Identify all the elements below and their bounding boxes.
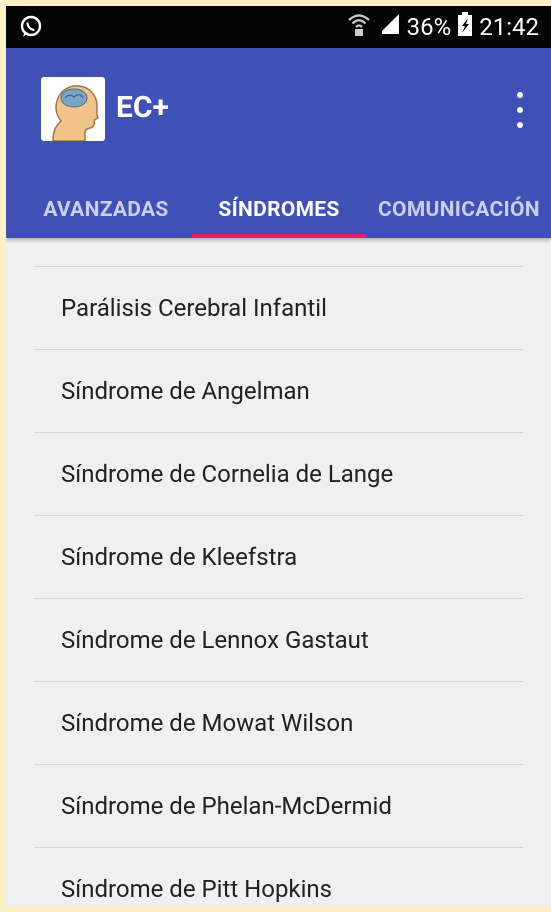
app-title: EC+ <box>116 90 169 125</box>
battery-icon <box>457 11 473 43</box>
list-item[interactable]: Síndrome de Lennox Gastaut <box>34 599 523 681</box>
wifi-icon <box>347 11 371 43</box>
list-item[interactable]: Síndrome de Kleefstra <box>34 516 523 598</box>
syndrome-list[interactable]: Parálisis Cerebral Infantil Síndrome de … <box>34 238 523 906</box>
list-item[interactable]: Síndrome de Cornelia de Lange <box>34 433 523 515</box>
status-bar: 36% 21:42 <box>6 6 551 48</box>
signal-icon <box>377 12 401 42</box>
tab-avanzadas[interactable]: AVANZADAS <box>21 181 191 238</box>
tab-sindromes[interactable]: SÍNDROMES <box>192 181 366 238</box>
battery-percentage: 36% <box>406 13 452 41</box>
overflow-menu-icon[interactable] <box>513 92 527 128</box>
list-item[interactable]: Síndrome de Phelan-McDermid <box>34 765 523 847</box>
phone-screen: 36% 21:42 EC+ AVANZADAS SÍNDROMES COMUNI… <box>6 6 551 906</box>
tab-bar: AVANZADAS SÍNDROMES COMUNICACIÓN <box>6 181 551 238</box>
whatsapp-icon <box>18 14 44 40</box>
head-brain-logo <box>41 77 105 141</box>
app-bar: EC+ AVANZADAS SÍNDROMES COMUNICACIÓN <box>6 48 551 238</box>
list-item[interactable]: Síndrome de Mowat Wilson <box>34 682 523 764</box>
list-item[interactable]: Síndrome de Angelman <box>34 350 523 432</box>
tab-comunicacion[interactable]: COMUNICACIÓN <box>378 181 551 238</box>
clock: 21:42 <box>479 13 539 41</box>
list-item[interactable]: Síndrome de Pitt Hopkins <box>34 848 523 906</box>
list-item[interactable]: Parálisis Cerebral Infantil <box>34 267 523 349</box>
